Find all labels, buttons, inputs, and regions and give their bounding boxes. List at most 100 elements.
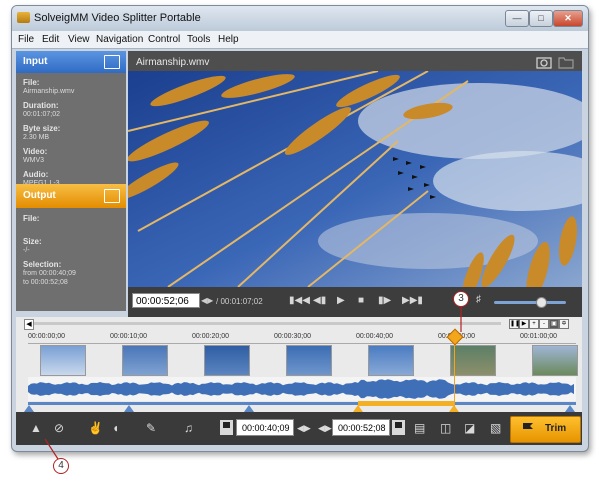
video-panel: Airmanship.wmv 00:00:52;06 ◀▶ / 00:01:07…: [128, 51, 582, 317]
edit-icon[interactable]: ✎: [146, 421, 156, 435]
start-spinner-icon[interactable]: ◀▶: [297, 421, 311, 435]
close-button[interactable]: ✕: [553, 10, 583, 27]
tick-label: 00:00:40;00: [356, 333, 393, 340]
step-back-icon[interactable]: ◀▮: [313, 295, 326, 307]
menu-bar: File Edit View Navigation Control Tools …: [12, 31, 588, 49]
volume-knob[interactable]: [535, 297, 547, 308]
timeline-ruler: 00:00:00;00 00:00:10;00 00:00:20;00 00:0…: [28, 333, 576, 344]
scroll-left-button[interactable]: ◀: [24, 319, 34, 330]
input-bytesize-value: 2.30 MB: [23, 134, 50, 141]
menu-file[interactable]: File: [18, 34, 34, 45]
window-title: SolveigMM Video Splitter Portable: [34, 12, 201, 24]
app-window: SolveigMM Video Splitter Portable — □ ✕ …: [11, 5, 589, 452]
play-icon[interactable]: ▶: [337, 295, 345, 307]
flag-icon: [523, 423, 533, 435]
volume-icon[interactable]: ♯: [476, 294, 481, 305]
marker[interactable]: [124, 405, 134, 412]
tick-label: 00:01:00;00: [520, 333, 557, 340]
total-duration: / 00:01:07;02: [216, 297, 263, 306]
video-frame: [128, 71, 582, 287]
split-icon[interactable]: ◫: [440, 421, 451, 435]
step-forward-icon[interactable]: ▮▶: [378, 295, 391, 307]
time-spinner-icon[interactable]: ◀▶: [201, 296, 213, 305]
batch-icon[interactable]: ▧: [490, 421, 501, 435]
prev-marker-icon[interactable]: ▮◀◀: [289, 295, 310, 307]
menu-view[interactable]: View: [68, 34, 90, 45]
volume-slider[interactable]: [494, 297, 566, 308]
input-video-value: WMV3: [23, 157, 44, 164]
playhead-line: [453, 337, 455, 407]
callout-3-arrow: [460, 306, 462, 332]
thumbnail[interactable]: [286, 345, 332, 376]
timeline-scrollbar[interactable]: [34, 322, 501, 325]
thumbnail[interactable]: [368, 345, 414, 376]
zoom-all-icon[interactable]: ✡: [559, 319, 569, 329]
tick-label: 00:00:00;00: [28, 333, 65, 340]
bottom-toolbar: ▲ ⊘ ✌ ◖ ✎ ♫ 00:00:40;09 ◀▶ ◀▶ 00:00:52;0…: [16, 412, 582, 445]
output-header-label: Output: [23, 190, 56, 201]
menu-control[interactable]: Control: [148, 34, 180, 45]
current-time-field[interactable]: 00:00:52;06: [132, 293, 200, 308]
selection-end-flag-icon[interactable]: [392, 420, 405, 435]
maximize-button[interactable]: □: [529, 10, 553, 27]
menu-edit[interactable]: Edit: [42, 34, 59, 45]
stop-icon[interactable]: ■: [358, 295, 364, 307]
menu-navigation[interactable]: Navigation: [96, 34, 143, 45]
folder-icon[interactable]: [558, 55, 574, 69]
trim-button[interactable]: Trim: [510, 416, 581, 443]
zoom-out-icon[interactable]: -: [539, 319, 549, 329]
film-icon[interactable]: ▤: [414, 421, 425, 435]
output-selection-from: from 00:00:40;09: [23, 270, 76, 277]
end-spinner-icon[interactable]: ◀▶: [318, 421, 332, 435]
thumbnail[interactable]: [204, 345, 250, 376]
pause-icon[interactable]: ❚❚: [509, 319, 520, 329]
selection-start-flag-icon[interactable]: [220, 420, 233, 435]
minimize-button[interactable]: —: [505, 10, 529, 27]
tick-label: 00:00:10;00: [110, 333, 147, 340]
add-marker-icon[interactable]: ▲: [30, 421, 42, 435]
audio-waveform[interactable]: [28, 377, 576, 401]
marker[interactable]: [244, 405, 254, 412]
mute-icon[interactable]: ♫: [184, 421, 193, 435]
selection-end-field[interactable]: 00:00:52;08: [332, 419, 390, 436]
thumbnail[interactable]: [532, 345, 578, 376]
audio-waveform-graphic: [28, 379, 574, 399]
input-file-label: File:: [23, 78, 40, 87]
video-filename: Airmanship.wmv: [136, 57, 210, 68]
join-icon[interactable]: ◪: [464, 421, 475, 435]
output-size-label: Size:: [23, 237, 42, 246]
comment-icon[interactable]: ◖: [112, 421, 119, 435]
selection-start-marker[interactable]: [352, 405, 363, 412]
tick-label: 00:00:20;00: [192, 333, 229, 340]
info-panel: Input File: Airmanship.wmv Duration: 00:…: [16, 51, 126, 311]
callout-3: 3: [453, 291, 469, 307]
thumbnail[interactable]: [450, 345, 496, 376]
next-marker-icon[interactable]: ▶▶▮: [402, 295, 423, 307]
output-selection-label: Selection:: [23, 260, 62, 269]
input-video-label: Video:: [23, 147, 48, 156]
output-selection-to: to 00:00:52;08: [23, 279, 68, 286]
marker[interactable]: [24, 405, 34, 412]
video-frame-image: [128, 71, 582, 287]
timeline-scroll-row: ◀ ❚❚ ▶ + - ▣ ✡: [16, 319, 582, 330]
timeline-panel: ◀ ❚❚ ▶ + - ▣ ✡ 00:00:00;00 00:00:10;00 0…: [16, 317, 582, 412]
thumbs-up-icon[interactable]: ✌: [88, 421, 103, 435]
input-header: Input: [16, 51, 126, 73]
delete-marker-icon[interactable]: ⊘: [54, 421, 64, 435]
snapshot-icon[interactable]: [536, 55, 552, 69]
zoom-in-icon[interactable]: +: [529, 319, 539, 329]
callout-4-arrow: [44, 438, 59, 460]
marker[interactable]: [565, 405, 575, 412]
selection-start-field[interactable]: 00:00:40;09: [236, 419, 294, 436]
thumbnail[interactable]: [40, 345, 86, 376]
menu-help[interactable]: Help: [218, 34, 239, 45]
output-file-label: File:: [23, 214, 40, 223]
input-duration-label: Duration:: [23, 101, 59, 110]
save-icon[interactable]: [104, 189, 120, 203]
menu-tools[interactable]: Tools: [187, 34, 210, 45]
zoom-fit-icon[interactable]: ▣: [549, 319, 559, 329]
play-small-icon[interactable]: ▶: [519, 319, 529, 329]
input-duration-value: 00:01:07;02: [23, 111, 60, 118]
open-folder-icon[interactable]: [104, 55, 120, 69]
thumbnail[interactable]: [122, 345, 168, 376]
